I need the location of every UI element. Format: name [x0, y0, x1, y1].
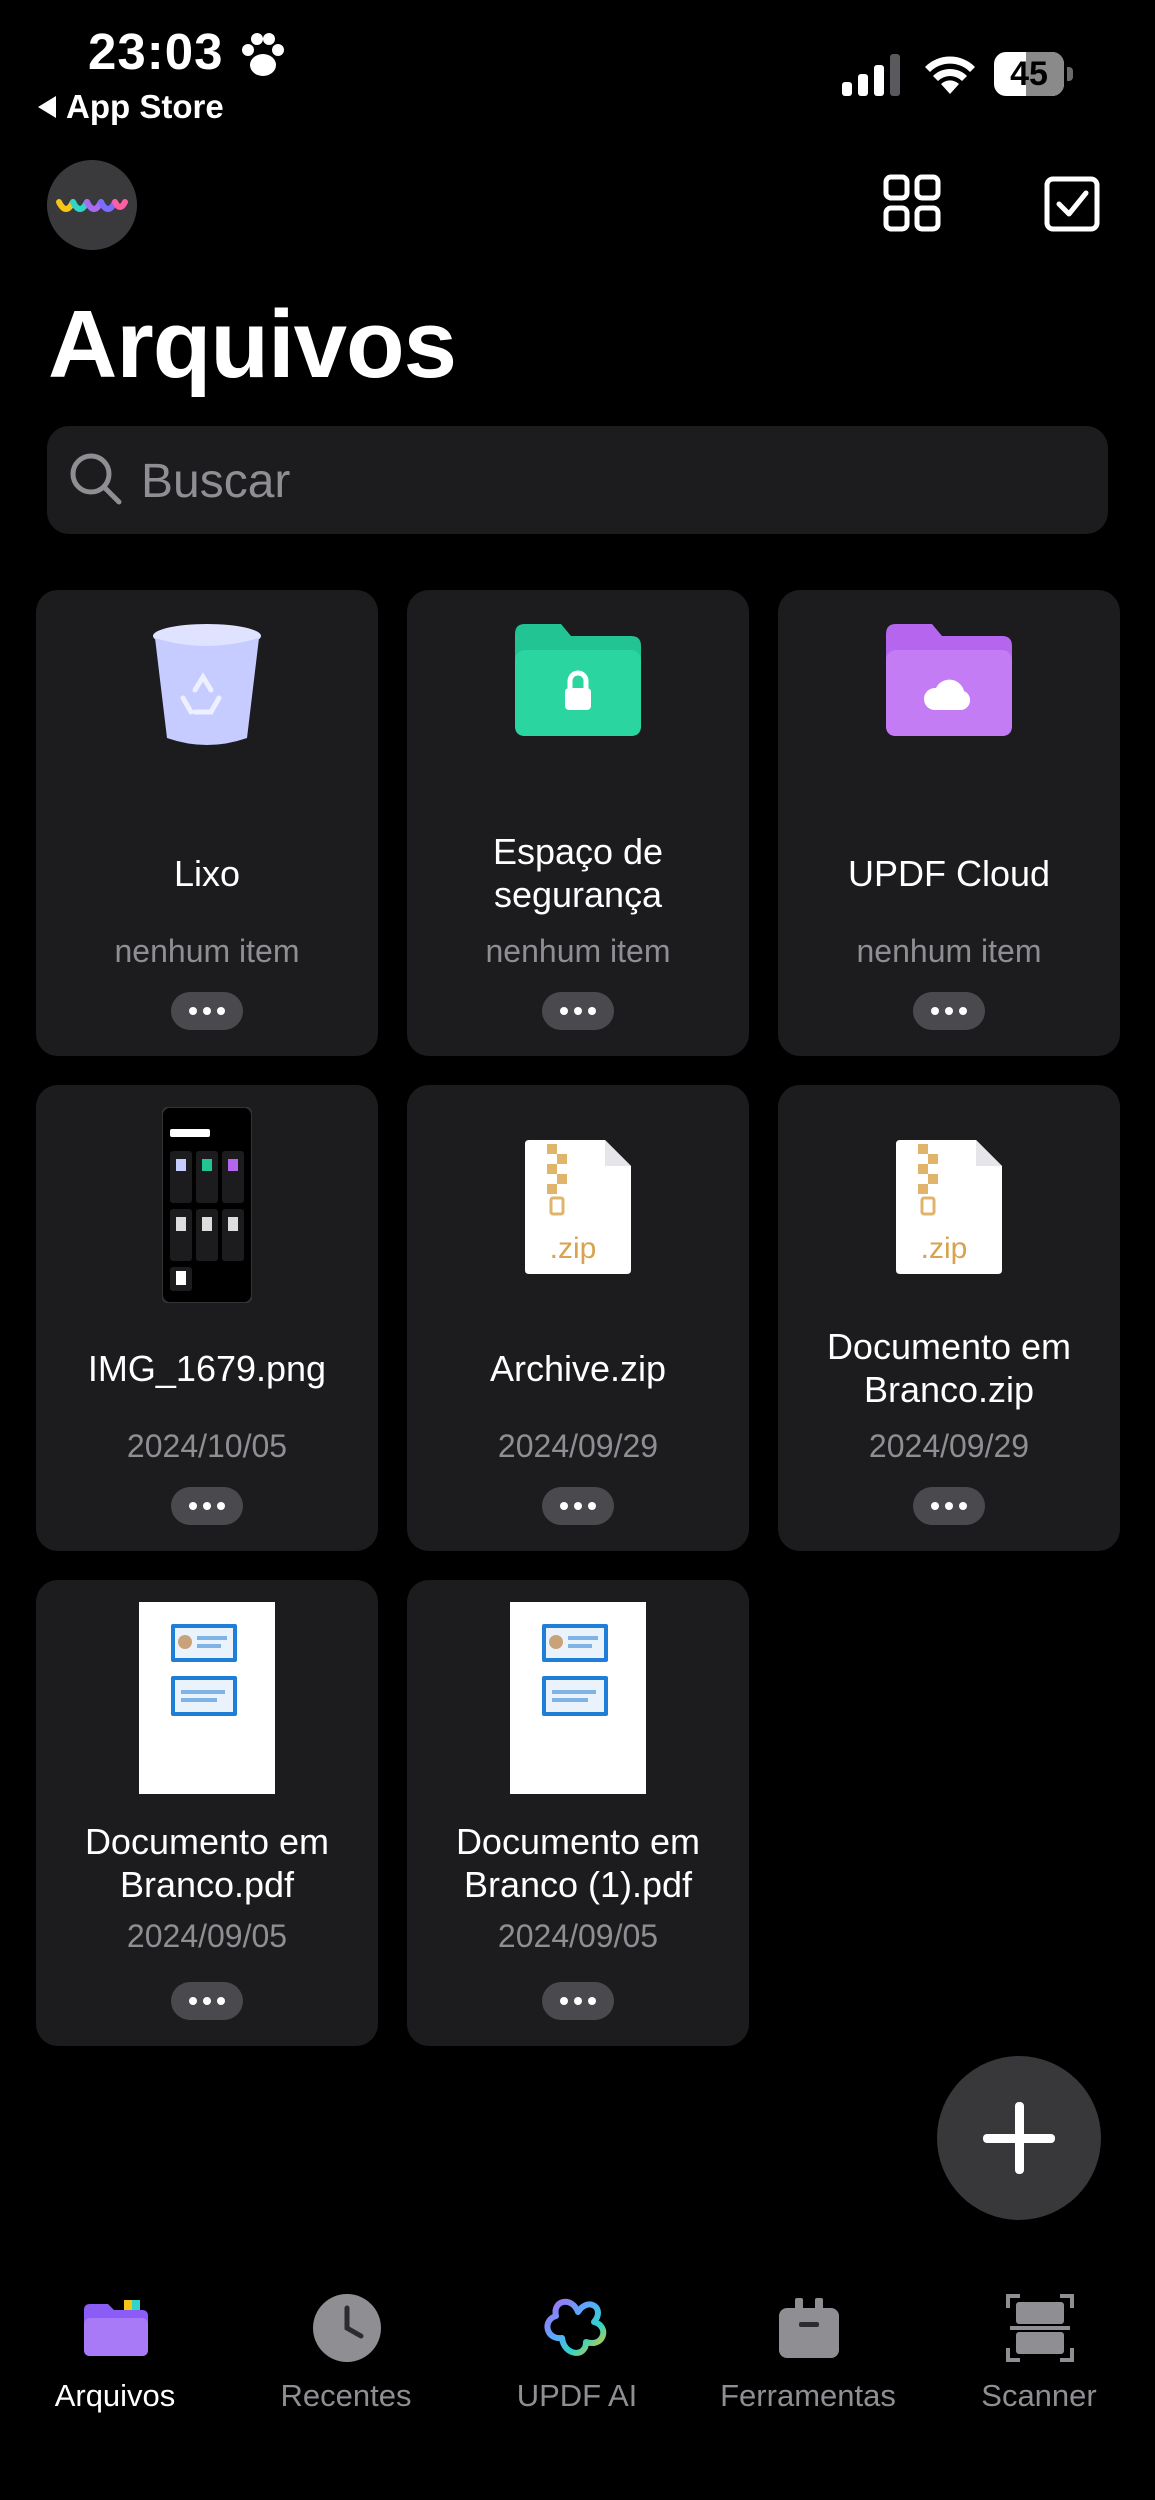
card-thumb — [407, 620, 749, 820]
battery-percent: 45 — [1010, 55, 1048, 93]
wifi-icon — [925, 56, 975, 94]
item-subtitle: 2024/09/05 — [497, 1918, 659, 1954]
ai-icon — [544, 2299, 607, 2356]
more-options-button[interactable] — [913, 1487, 985, 1525]
file-card-documento-1-pdf[interactable]: Documento em Branco (1).pdf 2024/09/05 — [407, 1580, 749, 2046]
card-thumb: .zip — [778, 1140, 1120, 1340]
item-subtitle: nenhum item — [856, 933, 1042, 969]
item-name: Documento em Branco (1).pdf — [455, 1821, 701, 1905]
card-thumb — [36, 1107, 378, 1307]
card-thumb — [36, 620, 378, 820]
tab-updf-ai[interactable]: UPDF AI — [462, 2270, 692, 2420]
tab-label: Scanner — [981, 2378, 1097, 2413]
back-label: App Store — [66, 88, 224, 125]
paw-icon — [242, 33, 284, 76]
item-name: Documento em Branco.pdf — [84, 1821, 330, 1905]
pdf-thumbnail — [510, 1602, 646, 1794]
cellular-signal-icon — [842, 54, 900, 96]
folder-card-trash[interactable]: Lixo nenhum item — [36, 590, 378, 1056]
item-subtitle: 2024/09/05 — [126, 1918, 288, 1954]
tab-recentes[interactable]: Recentes — [231, 2270, 461, 2420]
clock-icon — [313, 2294, 381, 2362]
search-input[interactable] — [139, 426, 1083, 536]
item-name: Archive.zip — [489, 1348, 667, 1389]
tab-label: UPDF AI — [516, 2378, 638, 2413]
more-options-button[interactable] — [171, 1982, 243, 2020]
item-name: UPDF Cloud — [847, 853, 1051, 894]
card-thumb: .zip — [407, 1140, 749, 1340]
more-options-button[interactable] — [542, 1487, 614, 1525]
file-card-img[interactable]: IMG_1679.png 2024/10/05 — [36, 1085, 378, 1551]
item-name: Documento em Branco.zip — [826, 1326, 1072, 1410]
folder-card-updf-cloud[interactable]: UPDF Cloud nenhum item — [778, 590, 1120, 1056]
search-bar[interactable] — [47, 426, 1108, 536]
folder-icon — [84, 2300, 148, 2356]
zip-extension-label: .zip — [550, 1232, 597, 1265]
cloud-folder-icon — [886, 624, 1012, 736]
tab-scanner[interactable]: Scanner — [924, 2270, 1154, 2420]
file-card-documento-zip[interactable]: .zip Documento em Branco.zip 2024/09/29 — [778, 1085, 1120, 1551]
file-card-documento-pdf[interactable]: Documento em Branco.pdf 2024/09/05 — [36, 1580, 378, 2046]
item-subtitle: 2024/10/05 — [126, 1428, 288, 1464]
item-subtitle: 2024/09/29 — [868, 1428, 1030, 1464]
back-to-app-store[interactable]: App Store — [38, 88, 224, 126]
more-options-button[interactable] — [542, 1982, 614, 2020]
status-bar: 23:03 App Store 45 — [0, 0, 1155, 140]
tab-label: Recentes — [280, 2378, 412, 2413]
item-name: IMG_1679.png — [87, 1348, 327, 1389]
more-options-button[interactable] — [913, 992, 985, 1030]
trash-icon — [153, 624, 261, 745]
pdf-thumbnail — [139, 1602, 275, 1794]
card-thumb — [778, 620, 1120, 820]
image-thumbnail — [162, 1107, 252, 1303]
grid-view-icon[interactable] — [883, 174, 941, 232]
zip-file-icon: .zip — [896, 1140, 1002, 1274]
secure-folder-icon — [515, 624, 641, 736]
select-checkbox-icon[interactable] — [1044, 176, 1100, 232]
add-button[interactable] — [937, 2056, 1101, 2220]
battery-indicator: 45 — [994, 52, 1074, 96]
status-time: 23:03 — [88, 23, 224, 80]
tab-arquivos[interactable]: Arquivos — [0, 2270, 230, 2420]
item-subtitle: 2024/09/29 — [497, 1428, 659, 1464]
item-subtitle: nenhum item — [114, 933, 300, 969]
more-options-button[interactable] — [542, 992, 614, 1030]
folder-card-secure-space[interactable]: Espaço de segurança nenhum item — [407, 590, 749, 1056]
page-title: Arquivos — [48, 291, 457, 398]
item-subtitle: nenhum item — [485, 933, 671, 969]
more-options-button[interactable] — [171, 992, 243, 1030]
zip-extension-label: .zip — [921, 1232, 968, 1265]
card-thumb — [407, 1602, 749, 1802]
item-name: Espaço de segurança — [492, 831, 664, 915]
file-card-archive-zip[interactable]: .zip Archive.zip 2024/09/29 — [407, 1085, 749, 1551]
tab-bar: Arquivos Recentes UPDF AI Ferramentas Sc… — [0, 2250, 1155, 2500]
zip-file-icon: .zip — [525, 1140, 631, 1274]
card-thumb — [36, 1602, 378, 1802]
more-options-button[interactable] — [171, 1487, 243, 1525]
back-arrow-icon — [38, 96, 56, 118]
battery-body: 45 — [994, 52, 1064, 96]
tab-label: Arquivos — [54, 2378, 176, 2413]
avatar[interactable] — [47, 160, 137, 250]
tab-label: Ferramentas — [720, 2378, 896, 2413]
tab-ferramentas[interactable]: Ferramentas — [693, 2270, 923, 2420]
search-icon — [70, 453, 122, 505]
item-name: Lixo — [173, 853, 241, 894]
scanner-icon — [1006, 2294, 1074, 2362]
toolbox-icon — [779, 2298, 839, 2358]
battery-tip — [1067, 67, 1073, 81]
